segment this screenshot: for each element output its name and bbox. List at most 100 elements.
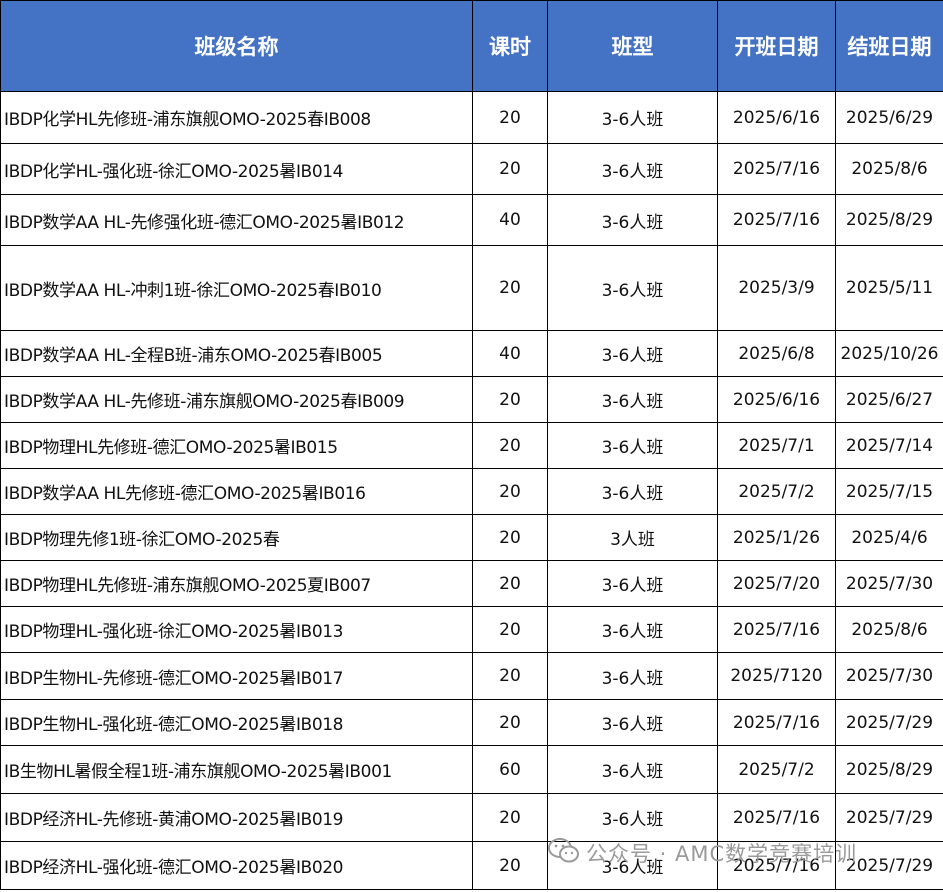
header-class-name: 班级名称: [0, 0, 473, 92]
cell-start-date: 2025/7/16: [717, 793, 836, 842]
cell-end-date: 2025/7/29: [835, 841, 943, 890]
cell-class-name: IBDP数学AA HL-全程B班-浦东OMO-2025春IB005: [0, 330, 473, 377]
class-schedule-table: 班级名称 课时 班型 开班日期 结班日期 IBDP化学HL先修班-浦东旗舰OMO…: [0, 0, 943, 890]
cell-start-date: 2025/7/2: [717, 468, 836, 515]
cell-class-name: IBDP化学HL-强化班-徐汇OMO-2025暑IB014: [0, 143, 473, 195]
cell-class-name: IBDP数学AA HL先修班-德汇OMO-2025暑IB016: [0, 468, 473, 515]
cell-class-name: IBDP生物HL-先修班-德汇OMO-2025暑IB017: [0, 652, 473, 700]
table-row: IBDP数学AA HL先修班-德汇OMO-2025暑IB016 20 3-6人班 20…: [0, 468, 943, 515]
cell-hours: 20: [472, 560, 548, 607]
cell-hours: 40: [472, 194, 548, 246]
cell-class-type: 3-6人班: [547, 699, 718, 746]
cell-class-name: IBDP数学AA HL-先修班-浦东旗舰OMO-2025春IB009: [0, 376, 473, 423]
header-end-date: 结班日期: [835, 0, 943, 92]
cell-end-date: 2025/8/29: [835, 194, 943, 246]
cell-hours: 20: [472, 514, 548, 561]
cell-hours: 20: [472, 699, 548, 746]
cell-class-type: 3-6人班: [547, 606, 718, 653]
cell-class-name: IBDP数学AA HL-先修强化班-德汇OMO-2025暑IB012: [0, 194, 473, 246]
cell-class-type: 3-6人班: [547, 560, 718, 607]
cell-class-type: 3-6人班: [547, 194, 718, 246]
cell-end-date: 2025/6/29: [835, 91, 943, 144]
header-class-type: 班型: [547, 0, 718, 92]
table-row: IBDP数学AA HL-冲刺1班-徐汇OMO-2025春IB010 20 3-6人班…: [0, 245, 943, 331]
cell-class-name: IBDP物理HL先修班-浦东旗舰OMO-2025夏IB007: [0, 560, 473, 607]
table-row: IBDP数学AA HL-先修强化班-德汇OMO-2025暑IB012 40 3-6人…: [0, 194, 943, 246]
cell-hours: 60: [472, 745, 548, 794]
cell-class-type: 3-6人班: [547, 652, 718, 700]
cell-class-type: 3-6人班: [547, 841, 718, 890]
table-row: IBDP物理先修1班-徐汇OMO-2025春 20 3人班 2025/1/26 2025…: [0, 514, 943, 561]
table-row: IBDP化学HL-强化班-徐汇OMO-2025暑IB014 20 3-6人班 2025…: [0, 143, 943, 195]
table-row: IB生物HL暑假全程1班-浦东旗舰OMO-2025暑IB001 60 3-6人班 20…: [0, 745, 943, 794]
cell-hours: 20: [472, 245, 548, 331]
cell-start-date: 2025/7/16: [717, 841, 836, 890]
cell-class-type: 3-6人班: [547, 745, 718, 794]
cell-end-date: 2025/8/6: [835, 606, 943, 653]
header-hours: 课时: [472, 0, 548, 92]
header-start-date: 开班日期: [717, 0, 836, 92]
cell-end-date: 2025/7/29: [835, 793, 943, 842]
cell-class-name: IBDP化学HL先修班-浦东旗舰OMO-2025春IB008: [0, 91, 473, 144]
cell-end-date: 2025/7/29: [835, 699, 943, 746]
cell-end-date: 2025/8/6: [835, 143, 943, 195]
table-row: IBDP数学AA HL-先修班-浦东旗舰OMO-2025春IB009 20 3-6人…: [0, 376, 943, 423]
table-row: IBDP数学AA HL-全程B班-浦东OMO-2025春IB005 40 3-6人班…: [0, 330, 943, 377]
table-body: IBDP化学HL先修班-浦东旗舰OMO-2025春IB008 20 3-6人班 202…: [0, 91, 943, 890]
cell-hours: 40: [472, 330, 548, 377]
table-row: IBDP经济HL-先修班-黄浦OMO-2025暑IB019 20 3-6人班 2025…: [0, 793, 943, 842]
cell-start-date: 2025/7/2: [717, 745, 836, 794]
cell-hours: 20: [472, 422, 548, 469]
cell-class-type: 3-6人班: [547, 330, 718, 377]
cell-start-date: 2025/7/16: [717, 699, 836, 746]
cell-hours: 20: [472, 468, 548, 515]
cell-class-name: IBDP经济HL-先修班-黄浦OMO-2025暑IB019: [0, 793, 473, 842]
cell-end-date: 2025/7/30: [835, 560, 943, 607]
cell-end-date: 2025/5/11: [835, 245, 943, 331]
cell-start-date: 2025/7/16: [717, 606, 836, 653]
cell-class-name: IBDP物理HL-强化班-徐汇OMO-2025暑IB013: [0, 606, 473, 653]
cell-hours: 20: [472, 376, 548, 423]
cell-start-date: 2025/6/8: [717, 330, 836, 377]
cell-end-date: 2025/8/29: [835, 745, 943, 794]
cell-hours: 20: [472, 841, 548, 890]
cell-class-name: IBDP经济HL-强化班-德汇OMO-2025暑IB020: [0, 841, 473, 890]
cell-start-date: 2025/7/1: [717, 422, 836, 469]
cell-start-date: 2025/6/16: [717, 91, 836, 144]
cell-start-date: 2025/3/9: [717, 245, 836, 331]
cell-start-date: 2025/6/16: [717, 376, 836, 423]
cell-class-name: IBDP物理HL先修班-德汇OMO-2025暑IB015: [0, 422, 473, 469]
cell-end-date: 2025/7/14: [835, 422, 943, 469]
table-row: IBDP生物HL-先修班-德汇OMO-2025暑IB017 20 3-6人班 2025…: [0, 652, 943, 700]
cell-hours: 20: [472, 606, 548, 653]
cell-end-date: 2025/7/30: [835, 652, 943, 700]
table-row: IBDP物理HL-强化班-徐汇OMO-2025暑IB013 20 3-6人班 2025…: [0, 606, 943, 653]
table-row: IBDP经济HL-强化班-德汇OMO-2025暑IB020 20 3-6人班 2025…: [0, 841, 943, 890]
cell-start-date: 2025/7/20: [717, 560, 836, 607]
cell-class-type: 3-6人班: [547, 422, 718, 469]
cell-start-date: 2025/7120: [717, 652, 836, 700]
cell-class-type: 3-6人班: [547, 91, 718, 144]
cell-class-type: 3-6人班: [547, 793, 718, 842]
table-row: IBDP物理HL先修班-德汇OMO-2025暑IB015 20 3-6人班 2025/…: [0, 422, 943, 469]
cell-class-name: IB生物HL暑假全程1班-浦东旗舰OMO-2025暑IB001: [0, 745, 473, 794]
cell-end-date: 2025/4/6: [835, 514, 943, 561]
cell-hours: 20: [472, 91, 548, 144]
cell-class-name: IBDP物理先修1班-徐汇OMO-2025春: [0, 514, 473, 561]
cell-start-date: 2025/7/16: [717, 194, 836, 246]
header-row: 班级名称 课时 班型 开班日期 结班日期: [0, 0, 943, 92]
cell-start-date: 2025/7/16: [717, 143, 836, 195]
cell-start-date: 2025/1/26: [717, 514, 836, 561]
cell-hours: 20: [472, 143, 548, 195]
cell-class-name: IBDP数学AA HL-冲刺1班-徐汇OMO-2025春IB010: [0, 245, 473, 331]
table-row: IBDP生物HL-强化班-德汇OMO-2025暑IB018 20 3-6人班 2025…: [0, 699, 943, 746]
cell-hours: 20: [472, 793, 548, 842]
cell-class-name: IBDP生物HL-强化班-德汇OMO-2025暑IB018: [0, 699, 473, 746]
table-header: 班级名称 课时 班型 开班日期 结班日期: [0, 0, 943, 92]
cell-class-type: 3人班: [547, 514, 718, 561]
cell-end-date: 2025/7/15: [835, 468, 943, 515]
cell-end-date: 2025/6/27: [835, 376, 943, 423]
table-row: IBDP物理HL先修班-浦东旗舰OMO-2025夏IB007 20 3-6人班 202…: [0, 560, 943, 607]
cell-class-type: 3-6人班: [547, 468, 718, 515]
table-row: IBDP化学HL先修班-浦东旗舰OMO-2025春IB008 20 3-6人班 202…: [0, 91, 943, 144]
